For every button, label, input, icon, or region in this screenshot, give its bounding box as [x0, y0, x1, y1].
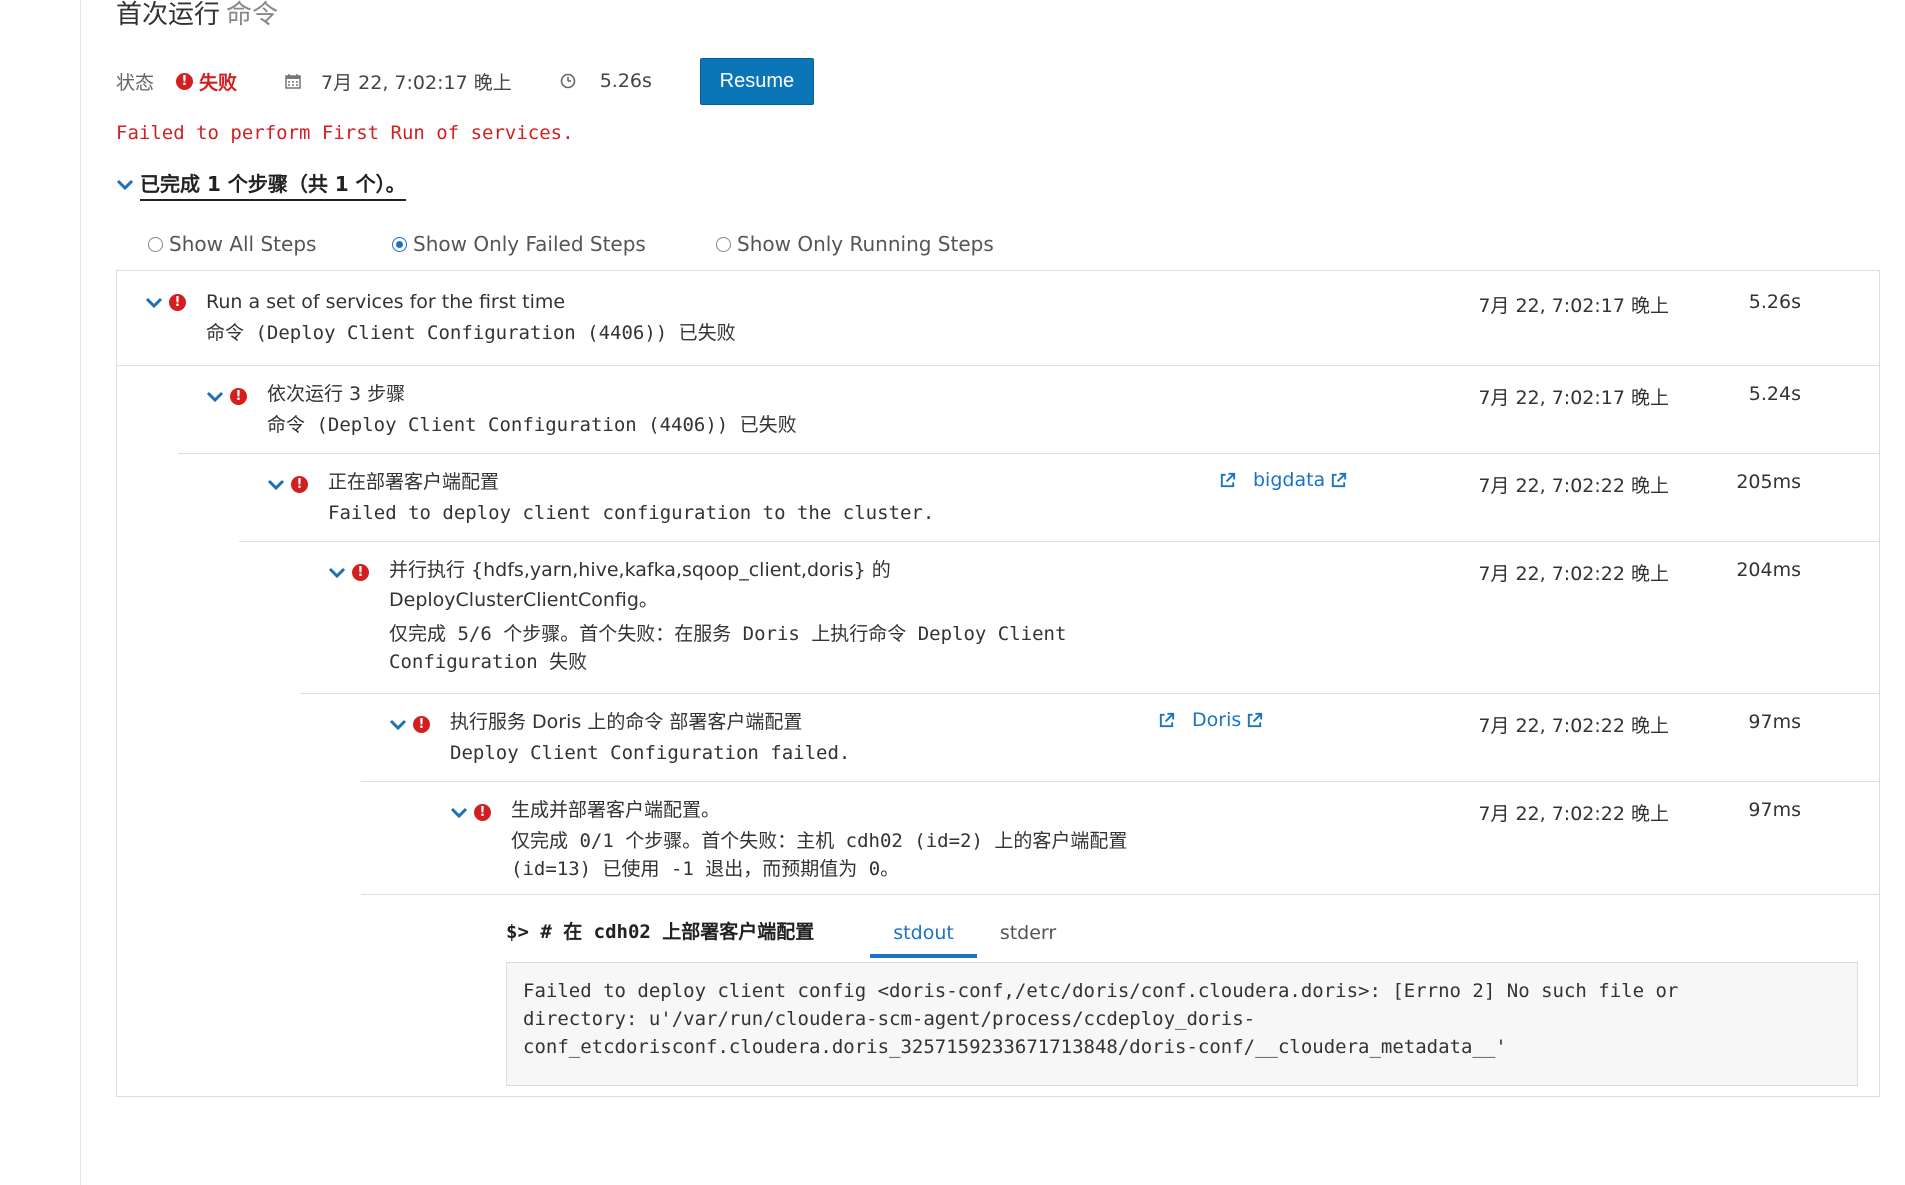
service-link-label[interactable]: Doris: [1192, 709, 1241, 731]
filter-show-failed-label: Show Only Failed Steps: [413, 232, 646, 256]
steps-summary-toggle[interactable]: 已完成 1 个步骤（共 1 个）。: [116, 168, 406, 201]
step-row: ! 依次运行 3 步骤 命令 (Deploy Client Configurat…: [117, 365, 1879, 454]
log-line: conf_etcdorisconf.cloudera.doris_3257159…: [523, 1036, 1507, 1058]
calendar-icon: [285, 74, 301, 89]
filter-show-all-label: Show All Steps: [169, 232, 317, 256]
step-title: 生成并部署客户端配置。: [511, 799, 721, 821]
error-icon: !: [169, 294, 186, 311]
log-line: directory: u'/var/run/cloudera-scm-agent…: [523, 1008, 1256, 1030]
step-duration: 5.24s: [1748, 383, 1801, 405]
step-row: ! 并行执行 {hdfs,yarn,hive,kafka,sqoop_clien…: [239, 541, 1879, 694]
step-title: 并行执行 {hdfs,yarn,hive,kafka,sqoop_client,…: [389, 559, 891, 581]
step-description-cont: (id=13) 已使用 -1 退出，而预期值为 0。: [511, 858, 900, 880]
chevron-down-icon[interactable]: [450, 806, 468, 820]
filter-show-running-label: Show Only Running Steps: [737, 232, 994, 256]
row-divider: [361, 894, 1879, 895]
filter-show-all[interactable]: Show All Steps: [148, 232, 316, 256]
chevron-down-icon[interactable]: [267, 478, 285, 492]
step-description: 仅完成 0/1 个步骤。首个失败：主机 cdh02 (id=2) 上的客户端配置: [511, 830, 1128, 852]
step-description: 命令 (Deploy Client Configuration (4406)) …: [267, 414, 797, 436]
step-title: Run a set of services for the first time: [206, 291, 566, 313]
step-duration: 5.26s: [1748, 291, 1801, 313]
page-title-sub: 命令: [226, 0, 279, 30]
page-title: 首次运行 命令: [116, 0, 278, 31]
radio-show-all[interactable]: [148, 236, 163, 252]
external-link-icon[interactable]: [1157, 711, 1176, 730]
error-icon: !: [413, 716, 430, 733]
step-duration: 205ms: [1736, 471, 1801, 493]
step-title: 正在部署客户端配置: [328, 471, 500, 493]
step-time: 7月 22, 7:02:22 晚上: [1478, 563, 1669, 585]
error-icon: !: [230, 388, 247, 405]
external-link-icon[interactable]: [1245, 711, 1264, 730]
step-description: Deploy Client Configuration failed.: [450, 742, 851, 764]
step-row: ! 正在部署客户端配置 Failed to deploy client conf…: [178, 453, 1879, 542]
step-description: 仅完成 5/6 个步骤。首个失败：在服务 Doris 上执行命令 Deploy …: [389, 623, 1067, 645]
step-title: 依次运行 3 步骤: [267, 383, 406, 405]
error-icon: !: [352, 564, 369, 581]
tab-stderr[interactable]: stderr: [977, 922, 1079, 958]
step-title-cont: DeployClusterClientConfig。: [389, 589, 658, 611]
filter-show-running[interactable]: Show Only Running Steps: [716, 232, 994, 256]
log-command: $> # 在 cdh02 上部署客户端配置: [506, 921, 815, 943]
chevron-down-icon[interactable]: [328, 566, 346, 580]
status-badge: 失败: [199, 71, 238, 94]
steps-summary-text: 已完成 1 个步骤（共 1 个）。: [140, 168, 406, 201]
chevron-down-icon[interactable]: [389, 718, 407, 732]
step-time: 7月 22, 7:02:22 晚上: [1478, 803, 1669, 825]
step-time: 7月 22, 7:02:22 晚上: [1478, 715, 1669, 737]
step-row: ! Run a set of services for the first ti…: [117, 271, 1879, 365]
step-duration: 204ms: [1736, 559, 1801, 581]
step-description-cont: Configuration 失败: [389, 651, 588, 673]
step-title: 执行服务 Doris 上的命令 部署客户端配置: [450, 711, 803, 733]
chevron-down-icon[interactable]: [206, 390, 224, 404]
start-time: 7月 22, 7:02:17 晚上: [321, 71, 512, 94]
step-description: Failed to deploy client configuration to…: [328, 502, 935, 524]
error-icon: !: [474, 804, 491, 821]
chevron-down-icon: [116, 179, 134, 190]
log-header: $> # 在 cdh02 上部署客户端配置 stdout stderr: [506, 908, 1079, 958]
step-time: 7月 22, 7:02:22 晚上: [1478, 475, 1669, 497]
resume-button[interactable]: Resume: [699, 57, 814, 105]
step-duration: 97ms: [1748, 711, 1801, 733]
error-status-icon: !: [176, 72, 194, 90]
duration: 5.26s: [599, 70, 652, 92]
step-description: 命令 (Deploy Client Configuration (4406)) …: [206, 322, 736, 344]
filter-show-failed[interactable]: Show Only Failed Steps: [392, 232, 646, 256]
page-left-rule: [80, 0, 81, 1185]
tab-stdout[interactable]: stdout: [870, 922, 977, 958]
step-time: 7月 22, 7:02:17 晚上: [1478, 295, 1669, 317]
chevron-down-icon[interactable]: [145, 296, 163, 310]
command-status-bar: 状态 ! 失败 7月 22, 7:02:17 晚上 5.26s Resume: [116, 56, 814, 106]
step-row: ! 执行服务 Doris 上的命令 部署客户端配置 Deploy Client …: [300, 693, 1879, 782]
step-time: 7月 22, 7:02:17 晚上: [1478, 387, 1669, 409]
service-link[interactable]: Doris: [1157, 709, 1264, 731]
external-link-icon[interactable]: [1329, 471, 1348, 490]
external-link-icon[interactable]: [1218, 471, 1237, 490]
clock-icon: [560, 73, 576, 89]
log-line: Failed to deploy client config <doris-co…: [523, 980, 1679, 1002]
page-title-main: 首次运行: [116, 0, 221, 30]
log-output: Failed to deploy client config <doris-co…: [506, 962, 1858, 1086]
radio-show-running[interactable]: [716, 236, 731, 252]
step-duration: 97ms: [1748, 799, 1801, 821]
status-label: 状态: [116, 71, 155, 94]
error-icon: !: [291, 476, 308, 493]
cluster-link[interactable]: bigdata: [1253, 469, 1325, 491]
error-message: Failed to perform First Run of services.: [116, 122, 574, 144]
host-link[interactable]: bigdata: [1218, 469, 1348, 491]
radio-show-failed[interactable]: [392, 236, 407, 252]
